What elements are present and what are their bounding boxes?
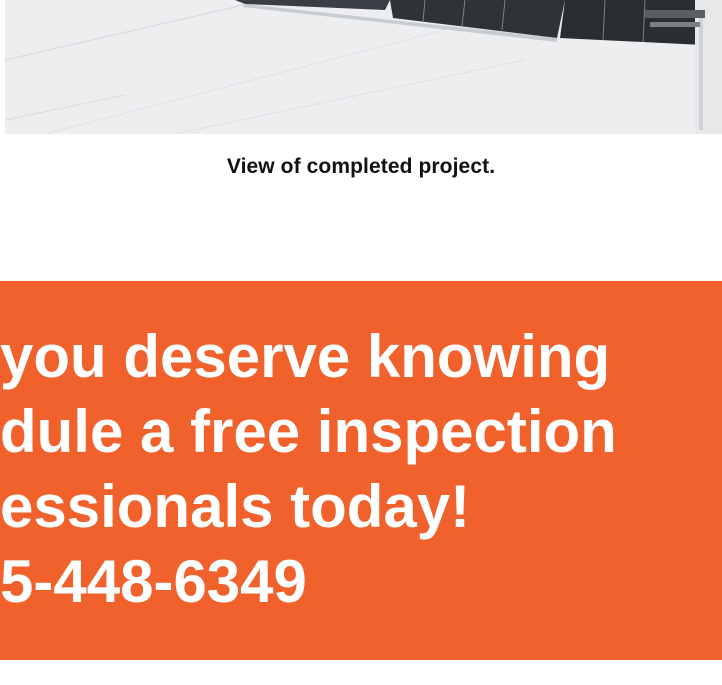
completed-project-photo: [5, 0, 722, 134]
cta-message: you deserve knowing dule a free inspecti…: [0, 319, 722, 619]
cta-line-2: dule a free inspection: [0, 398, 617, 465]
cta-phone-number[interactable]: 5-448-6349: [0, 544, 722, 619]
photo-caption: View of completed project.: [226, 155, 496, 178]
cta-line-3: essionals today!: [0, 473, 471, 540]
cta-line-1: you deserve knowing: [0, 323, 611, 390]
inspection-cta-banner: you deserve knowing dule a free inspecti…: [0, 281, 722, 660]
